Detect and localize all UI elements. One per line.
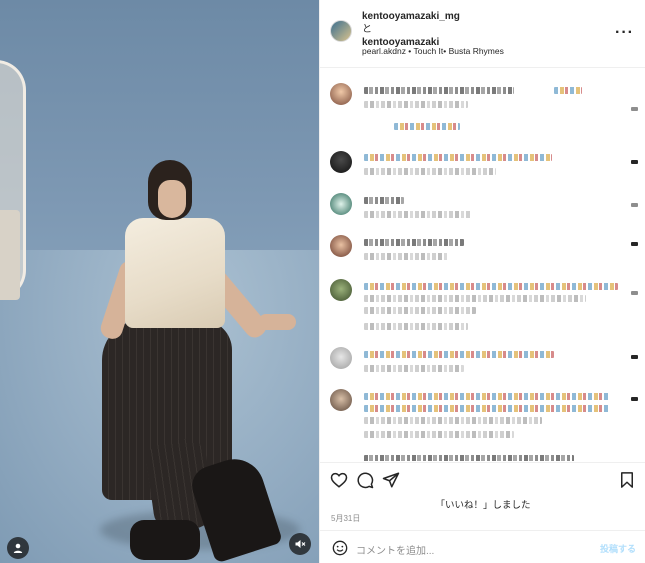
avatar[interactable] [330,20,352,42]
avatar[interactable] [330,83,352,105]
comment-input[interactable]: コメントを追加... [356,542,434,557]
comment-text-blurred [364,154,552,161]
comment-text-blurred [364,211,472,218]
comment-text-blurred [364,393,610,400]
emoji-icon [332,540,348,556]
comment-text-blurred [364,239,464,246]
model-face [158,180,186,218]
comment-text-blurred [364,253,448,260]
comment-text-blurred [364,295,586,302]
post-side-panel: kentooyamazaki_mg と kentooyamazaki pearl… [319,0,645,563]
post-actions-bar [320,462,645,496]
heart-icon [330,472,348,488]
comment-text-blurred [364,283,618,290]
avatar[interactable] [330,389,352,411]
mute-button[interactable] [289,533,311,555]
post-authors: kentooyamazaki_mg と kentooyamazaki [362,10,460,49]
avatar[interactable] [330,151,352,173]
comment-text-blurred [364,365,464,372]
model-shirt [125,218,225,328]
comment-text-blurred [394,123,460,130]
model-boot [130,520,200,560]
author-conjunction: と [362,24,372,35]
comment-like-icon[interactable] [631,397,638,401]
comment-like-icon[interactable] [631,242,638,246]
avatar[interactable] [330,347,352,369]
user-tag-button[interactable] [7,537,29,559]
author-username-primary[interactable]: kentooyamazaki_mg [362,10,460,23]
more-options-button[interactable]: ··· [615,24,634,42]
instagram-post-modal: kentooyamazaki_mg と kentooyamazaki pearl… [0,0,645,563]
comment-text-blurred [364,323,468,330]
comment-icon [357,472,374,489]
comment-text-blurred [364,417,542,424]
send-icon [382,472,400,488]
avatar[interactable] [330,279,352,301]
bookmark-icon [621,472,633,488]
share-button[interactable] [382,471,400,489]
post-media[interactable] [0,0,319,563]
comment-button[interactable] [356,471,374,489]
like-button[interactable] [330,471,348,489]
comment-like-icon[interactable] [631,160,638,164]
emoji-button[interactable] [332,540,348,556]
model-hand [258,314,296,330]
comment-text-blurred [364,307,476,314]
comment-text-blurred [364,431,514,438]
comment-like-icon[interactable] [631,291,638,295]
comments-list[interactable] [320,69,645,461]
audio-attribution[interactable]: pearl.akdnz • Touch It• Busta Rhymes [362,46,504,56]
likes-summary[interactable]: 「いいね！」しました [320,497,645,511]
comment-text-blurred [364,405,610,412]
post-comment-button[interactable]: 投稿する [600,542,636,555]
comment-text-blurred [364,455,574,461]
avatar[interactable] [330,193,352,215]
avatar[interactable] [330,235,352,257]
speaker-muted-icon [295,540,306,548]
comment-text-blurred [364,168,496,175]
more-horizontal-icon: ··· [615,24,634,41]
comment-composer: コメントを追加... 投稿する [320,530,645,563]
post-date[interactable]: 5月31日 [331,513,360,524]
comment-text-blurred [364,351,554,358]
comment-text-blurred [364,87,514,94]
comment-text-blurred [364,197,404,204]
comment-text-blurred [364,101,468,108]
comment-like-icon[interactable] [631,107,638,111]
comment-like-icon[interactable] [631,355,638,359]
post-header: kentooyamazaki_mg と kentooyamazaki pearl… [320,0,645,68]
user-tag-icon [13,543,23,553]
comment-text-blurred [554,87,582,94]
comment-like-icon[interactable] [631,203,638,207]
save-button[interactable] [618,471,636,489]
studio-light-box [0,210,20,300]
